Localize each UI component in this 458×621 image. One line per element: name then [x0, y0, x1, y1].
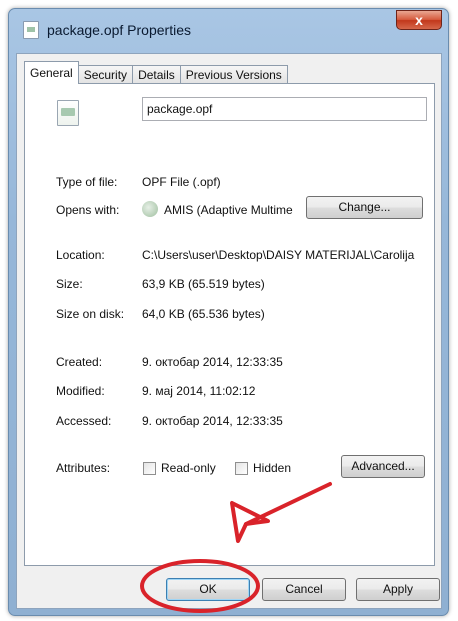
read-only-checkbox[interactable]: [143, 462, 156, 475]
modified-value: 9. мај 2014, 11:02:12: [142, 384, 256, 398]
size-on-disk-value: 64,0 KB (65.536 bytes): [142, 307, 265, 321]
location-label: Location:: [56, 248, 105, 262]
title-bar[interactable]: package.opf Properties x: [9, 9, 448, 53]
divider: [55, 334, 427, 335]
opens-with-value: AMIS (Adaptive Multime: [164, 203, 293, 217]
divider: [55, 136, 427, 137]
cancel-button[interactable]: Cancel: [262, 578, 346, 601]
tab-security[interactable]: Security: [77, 65, 134, 84]
properties-dialog: package.opf Properties x General Securit…: [8, 8, 449, 616]
type-of-file-value: OPF File (.opf): [142, 175, 221, 189]
close-button[interactable]: x: [396, 10, 442, 30]
hidden-label[interactable]: Hidden: [253, 461, 291, 475]
tab-strip: General Security Details Previous Versio…: [24, 61, 288, 84]
created-label: Created:: [56, 355, 103, 369]
divider: [55, 230, 427, 231]
size-value: 63,9 KB (65.519 bytes): [142, 277, 265, 291]
change-button[interactable]: Change...: [306, 196, 423, 219]
ok-button[interactable]: OK: [166, 578, 250, 601]
apply-button[interactable]: Apply: [356, 578, 440, 601]
tab-general[interactable]: General: [24, 61, 79, 84]
amis-app-icon: [142, 201, 158, 217]
hidden-checkbox[interactable]: [235, 462, 248, 475]
opens-with-label: Opens with:: [56, 203, 120, 217]
location-value: C:\Users\user\Desktop\DAISY MATERIJAL\Ca…: [142, 248, 415, 262]
modified-label: Modified:: [56, 384, 105, 398]
tab-previous-versions[interactable]: Previous Versions: [179, 65, 288, 84]
filename-field[interactable]: package.opf: [142, 97, 427, 121]
document-icon: [23, 21, 39, 39]
size-label: Size:: [56, 277, 83, 291]
size-on-disk-label: Size on disk:: [56, 307, 125, 321]
created-value: 9. октобар 2014, 12:33:35: [142, 355, 283, 369]
dialog-client-area: General Security Details Previous Versio…: [16, 53, 442, 609]
opf-file-icon: [57, 100, 79, 126]
read-only-label[interactable]: Read-only: [161, 461, 216, 475]
attributes-label: Attributes:: [56, 461, 111, 475]
type-of-file-label: Type of file:: [56, 175, 118, 189]
window-title: package.opf Properties: [47, 22, 191, 38]
accessed-label: Accessed:: [56, 414, 112, 428]
general-tab-panel: package.opf Type of file: OPF File (.opf…: [24, 83, 435, 566]
tab-details[interactable]: Details: [132, 65, 181, 84]
divider: [55, 440, 427, 441]
accessed-value: 9. октобар 2014, 12:33:35: [142, 414, 283, 428]
advanced-button[interactable]: Advanced...: [341, 455, 425, 478]
